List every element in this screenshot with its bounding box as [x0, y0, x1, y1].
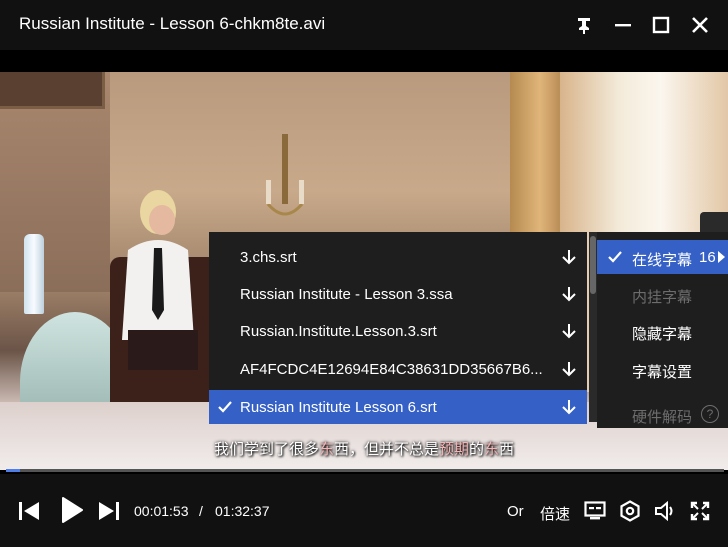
seek-bar[interactable]	[6, 469, 724, 472]
hide-subtitles-label: 隐藏字幕	[632, 326, 693, 343]
download-icon[interactable]	[559, 247, 579, 267]
subtitle-file-item[interactable]: 3.chs.srt	[209, 240, 587, 274]
video-scenery-frame	[0, 72, 105, 109]
current-time: 00:01:53	[134, 503, 189, 519]
subtitle-icon	[584, 501, 606, 520]
subtitle-file-item[interactable]: Russian Institute - Lesson 3.ssa	[209, 277, 587, 311]
subtitle-settings-label: 字幕设置	[632, 364, 693, 381]
minimize-button[interactable]	[611, 13, 635, 37]
fullscreen-button[interactable]	[689, 500, 711, 522]
subtitle-file-item[interactable]: AF4FCDC4E12694E84C38631DD35667B6...	[209, 352, 587, 386]
subtitle-settings-item[interactable]: 字幕设置	[597, 352, 728, 386]
scrollbar-thumb[interactable]	[590, 236, 596, 294]
hardware-decode-label: 硬件解码	[632, 409, 693, 426]
skip-next-icon	[99, 502, 119, 520]
maximize-icon	[652, 16, 670, 34]
maximize-button[interactable]	[649, 13, 673, 37]
hide-subtitles-item[interactable]: 隐藏字幕	[597, 314, 728, 348]
subtitle-text: 我们学到了很多东西，但并不总是预期的东西	[0, 438, 728, 459]
skip-previous-icon	[19, 502, 39, 520]
volume-button[interactable]	[654, 500, 676, 522]
pin-button[interactable]	[572, 13, 596, 37]
subtitle-segment: 东	[318, 441, 334, 458]
settings-button[interactable]	[619, 500, 641, 522]
time-separator: /	[199, 503, 203, 519]
subtitle-file-label: Russian Institute - Lesson 3.ssa	[240, 285, 453, 303]
subtitle-options-menu: 在线字幕 16 内挂字幕 隐藏字幕 字幕设置 硬件解码 ?	[597, 232, 728, 428]
subtitle-file-item-selected[interactable]: Russian Institute Lesson 6.srt	[209, 390, 587, 424]
subtitle-file-label: Russian.Institute.Lesson.3.srt	[240, 322, 437, 340]
download-icon[interactable]	[559, 321, 579, 341]
seek-bar-fill	[6, 469, 20, 472]
checkmark-icon	[218, 401, 232, 413]
subtitle-button[interactable]	[584, 500, 606, 522]
subtitle-file-label: AF4FCDC4E12694E84C38631DD35667B6...	[240, 360, 543, 378]
play-icon	[62, 497, 83, 523]
subtitle-segment: 东	[484, 441, 500, 458]
original-quality-button[interactable]: Or	[507, 503, 524, 520]
subtitle-segment: 的	[469, 441, 485, 458]
hardware-decode-item: 硬件解码 ?	[597, 397, 728, 431]
total-time: 01:32:37	[215, 503, 270, 519]
online-subtitles-label: 在线字幕	[632, 252, 693, 269]
settings-hexagon-icon	[620, 500, 640, 522]
embedded-subtitles-label: 内挂字幕	[632, 289, 693, 306]
download-icon[interactable]	[559, 359, 579, 379]
online-subtitles-item[interactable]: 在线字幕 16	[597, 240, 728, 274]
download-icon[interactable]	[559, 284, 579, 304]
previous-button[interactable]	[17, 499, 41, 523]
subtitle-file-menu: 3.chs.srt Russian Institute - Lesson 3.s…	[209, 232, 587, 424]
subtitle-menu-scrollbar[interactable]	[589, 232, 597, 422]
control-bar: 00:01:53 / 01:32:37 Or 倍速	[0, 474, 728, 547]
side-panel-tab[interactable]	[700, 212, 728, 234]
close-button[interactable]	[688, 13, 712, 37]
subtitle-file-item[interactable]: Russian.Institute.Lesson.3.srt	[209, 314, 587, 348]
embedded-subtitles-item: 内挂字幕	[597, 277, 728, 311]
video-scenery-bottle	[24, 234, 44, 314]
subtitle-segment: 预期	[438, 441, 469, 458]
subtitle-segment: 我们学到了很多	[213, 441, 319, 458]
checkmark-icon	[608, 251, 622, 263]
download-icon[interactable]	[559, 397, 579, 417]
play-button[interactable]	[58, 496, 86, 524]
subtitle-segment: 西	[499, 441, 515, 458]
next-button[interactable]	[97, 499, 121, 523]
speed-button[interactable]: 倍速	[540, 503, 570, 524]
subtitle-segment: 西，但并不总是	[333, 441, 439, 458]
title-bar: Russian Institute - Lesson 6-chkm8te.avi	[0, 0, 728, 50]
subtitle-file-label: 3.chs.srt	[240, 248, 297, 266]
fullscreen-icon	[690, 501, 710, 521]
video-scenery-person	[122, 190, 198, 370]
submenu-arrow-icon	[718, 251, 725, 263]
window-title: Russian Institute - Lesson 6-chkm8te.avi	[19, 14, 326, 33]
online-subtitles-count: 16	[699, 249, 716, 266]
subtitle-file-label: Russian Institute Lesson 6.srt	[240, 398, 437, 416]
close-icon	[692, 17, 708, 33]
volume-icon	[655, 501, 673, 521]
help-icon[interactable]: ?	[701, 405, 719, 423]
minimize-icon	[615, 24, 631, 27]
video-scenery-lamp	[266, 134, 304, 216]
pin-icon	[578, 18, 590, 34]
